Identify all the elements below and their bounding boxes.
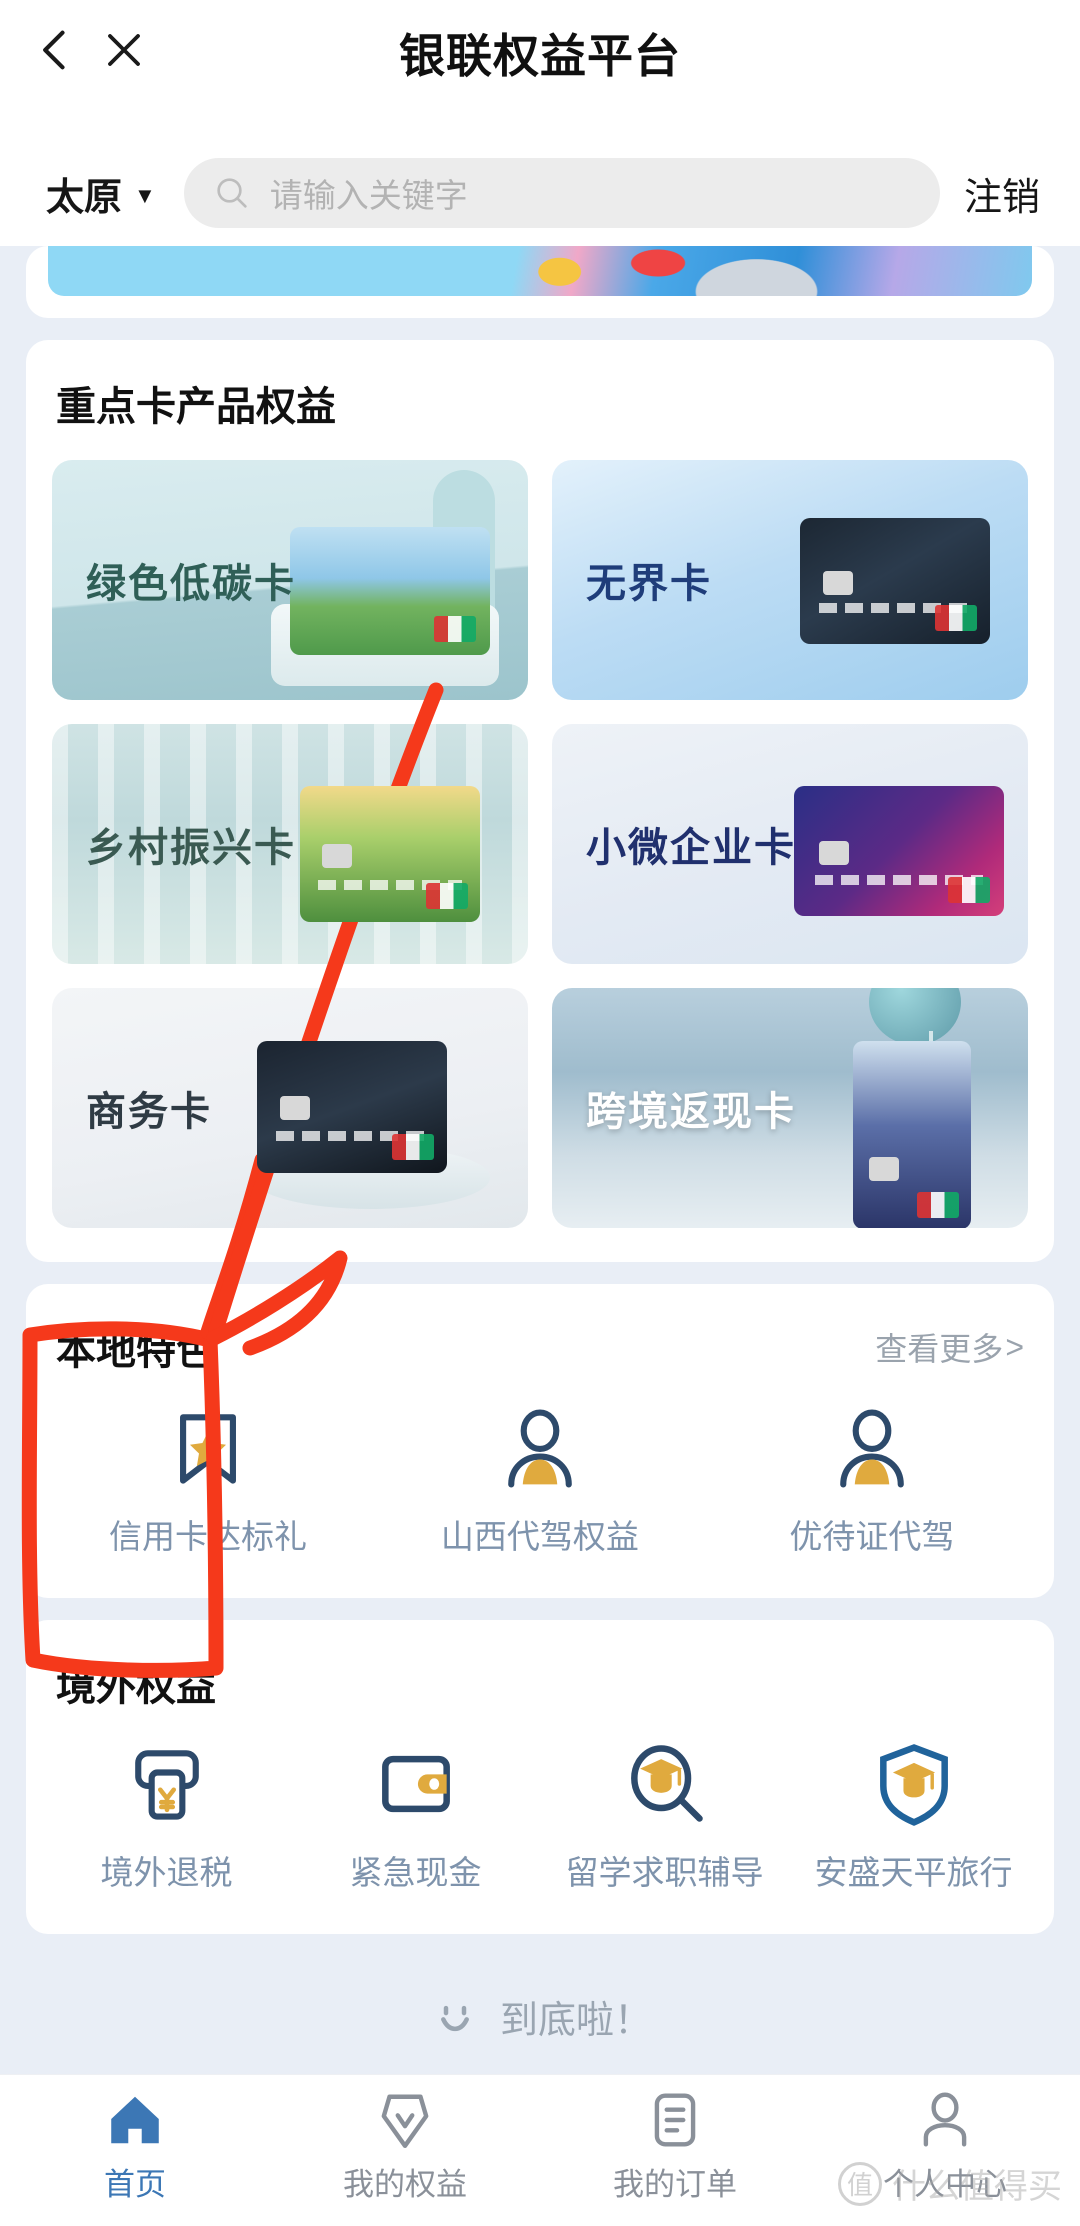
search-row: 太原 ▼ 请输入关键字 注销 — [0, 140, 1080, 246]
product-tile-small-business[interactable]: 小微企业卡 — [552, 724, 1028, 964]
card-products-grid: 绿色低碳卡 无界卡 乡村振兴卡 小微企业卡 商务卡 跨境返现卡 — [26, 432, 1054, 1262]
tile-decor-balloon — [869, 988, 962, 1046]
person-outline-icon — [923, 2092, 967, 2147]
watermark-logo: 值 — [838, 2161, 882, 2206]
watermark-text: 什么值得买 — [892, 2168, 1062, 2206]
local-item-label: 山西代驾权益 — [440, 1518, 639, 1555]
overseas-item-emergency-cash[interactable]: 紧急现金 — [291, 1738, 540, 1894]
app-root: 银联权益平台 太原 ▼ 请输入关键字 注销 重点卡产品权益 绿色低碳卡 无界卡 … — [0, 0, 1080, 2226]
local-features-header: 本地特色 查看更多 > — [26, 1284, 1054, 1376]
city-label: 太原 — [46, 176, 123, 219]
card-art-kua — [852, 1040, 971, 1228]
scroll-content: 重点卡产品权益 绿色低碳卡 无界卡 乡村振兴卡 小微企业卡 商务卡 跨境返现卡 … — [0, 246, 1080, 2076]
page-title: 银联权益平台 — [399, 30, 681, 82]
chevron-down-icon: ▼ — [134, 183, 156, 208]
end-of-list: 到底啦！ — [0, 1956, 1080, 2076]
overseas-item-label: 安盛天平旅行 — [814, 1854, 1013, 1891]
card-products-title: 重点卡产品权益 — [56, 385, 336, 429]
view-more-label: 查看更多 — [875, 1331, 1004, 1367]
overseas-item-label: 紧急现金 — [349, 1854, 482, 1891]
product-tile-green-low-carbon[interactable]: 绿色低碳卡 — [52, 460, 528, 700]
wallet-icon — [381, 1755, 450, 1813]
local-features-section: 本地特色 查看更多 > 信用卡达标礼 山西代驾权益 优待证代驾 — [26, 1284, 1054, 1598]
product-tile-label: 跨境返现卡 — [586, 1090, 796, 1134]
product-tile-label: 商务卡 — [86, 1090, 212, 1134]
magnifier-graduation-cap-icon — [630, 1745, 703, 1822]
overseas-item-tax-refund[interactable]: 境外退税 — [42, 1738, 291, 1894]
end-of-list-text: 到底啦！ — [499, 1999, 652, 2042]
product-tile-label: 乡村振兴卡 — [86, 826, 296, 870]
product-tile-label: 绿色低碳卡 — [86, 562, 296, 606]
shield-graduation-cap-icon — [879, 1744, 948, 1826]
card-art-wujie — [799, 517, 990, 644]
banner-image — [48, 246, 1032, 296]
logout-button[interactable]: 注销 — [964, 166, 1040, 221]
product-tile-label: 小微企业卡 — [586, 826, 796, 870]
smiley-icon — [441, 2005, 469, 2032]
tab-home[interactable]: 首页 — [0, 2089, 270, 2204]
card-art-weiqi — [794, 786, 1005, 917]
local-item-label: 优待证代驾 — [789, 1518, 955, 1555]
card-art-xiang — [300, 786, 481, 923]
overseas-item-label: 留学求职辅导 — [565, 1854, 764, 1891]
tab-label: 首页 — [104, 2167, 166, 2202]
overseas-item-axa-travel[interactable]: 安盛天平旅行 — [789, 1738, 1038, 1894]
product-tile-label: 无界卡 — [586, 562, 712, 606]
local-item-label: 信用卡达标礼 — [108, 1518, 307, 1555]
product-tile-rural-revitalization[interactable]: 乡村振兴卡 — [52, 724, 528, 964]
tab-my-benefits[interactable]: 我的权益 — [270, 2089, 540, 2204]
overseas-benefits-grid: 境外退税 紧急现金 留学求职辅导 安盛天平旅行 — [26, 1712, 1054, 1934]
search-icon — [217, 178, 247, 208]
chevron-right-icon: > — [1005, 1328, 1024, 1365]
search-placeholder: 请输入关键字 — [269, 177, 468, 214]
product-tile-business[interactable]: 商务卡 — [52, 988, 528, 1228]
order-list-icon — [654, 2093, 696, 2147]
card-products-section: 重点卡产品权益 绿色低碳卡 无界卡 乡村振兴卡 小微企业卡 商务卡 跨境返现卡 — [26, 340, 1054, 1262]
card-art-green — [289, 527, 490, 656]
tab-my-orders[interactable]: 我的订单 — [540, 2089, 810, 2204]
view-more-link[interactable]: 查看更多 > — [875, 1324, 1024, 1370]
diamond-check-icon — [381, 2094, 429, 2149]
local-item-shanxi-designated-driver[interactable]: 山西代驾权益 — [374, 1402, 706, 1558]
banner-card[interactable] — [26, 246, 1054, 318]
local-item-preferential-certificate-driver[interactable]: 优待证代驾 — [706, 1402, 1038, 1558]
product-tile-borderless[interactable]: 无界卡 — [552, 460, 1028, 700]
city-selector[interactable]: 太原 ▼ — [46, 166, 156, 221]
card-art-shang — [257, 1040, 448, 1173]
tab-label: 我的权益 — [343, 2167, 467, 2202]
bookmark-star-icon — [179, 1414, 236, 1484]
person-icon — [840, 1409, 904, 1488]
search-input[interactable]: 请输入关键字 — [183, 158, 940, 228]
tab-label: 我的订单 — [613, 2167, 737, 2202]
watermark: 值 什么值得买 — [838, 2159, 1062, 2208]
home-icon — [111, 2096, 159, 2144]
person-icon — [508, 1409, 572, 1488]
overseas-benefits-section: 境外权益 境外退税 紧急现金 留学求职辅导 安盛天平旅行 — [26, 1620, 1054, 1934]
atm-yen-icon — [134, 1750, 199, 1820]
overseas-benefits-title: 境外权益 — [56, 1665, 216, 1709]
local-features-title: 本地特色 — [56, 1329, 216, 1373]
overseas-item-study-career-coaching[interactable]: 留学求职辅导 — [540, 1738, 789, 1894]
product-tile-cross-border-cashback[interactable]: 跨境返现卡 — [552, 988, 1028, 1228]
local-item-credit-card-reward[interactable]: 信用卡达标礼 — [42, 1402, 374, 1558]
local-features-grid: 信用卡达标礼 山西代驾权益 优待证代驾 — [26, 1376, 1054, 1598]
overseas-item-label: 境外退税 — [100, 1854, 233, 1891]
